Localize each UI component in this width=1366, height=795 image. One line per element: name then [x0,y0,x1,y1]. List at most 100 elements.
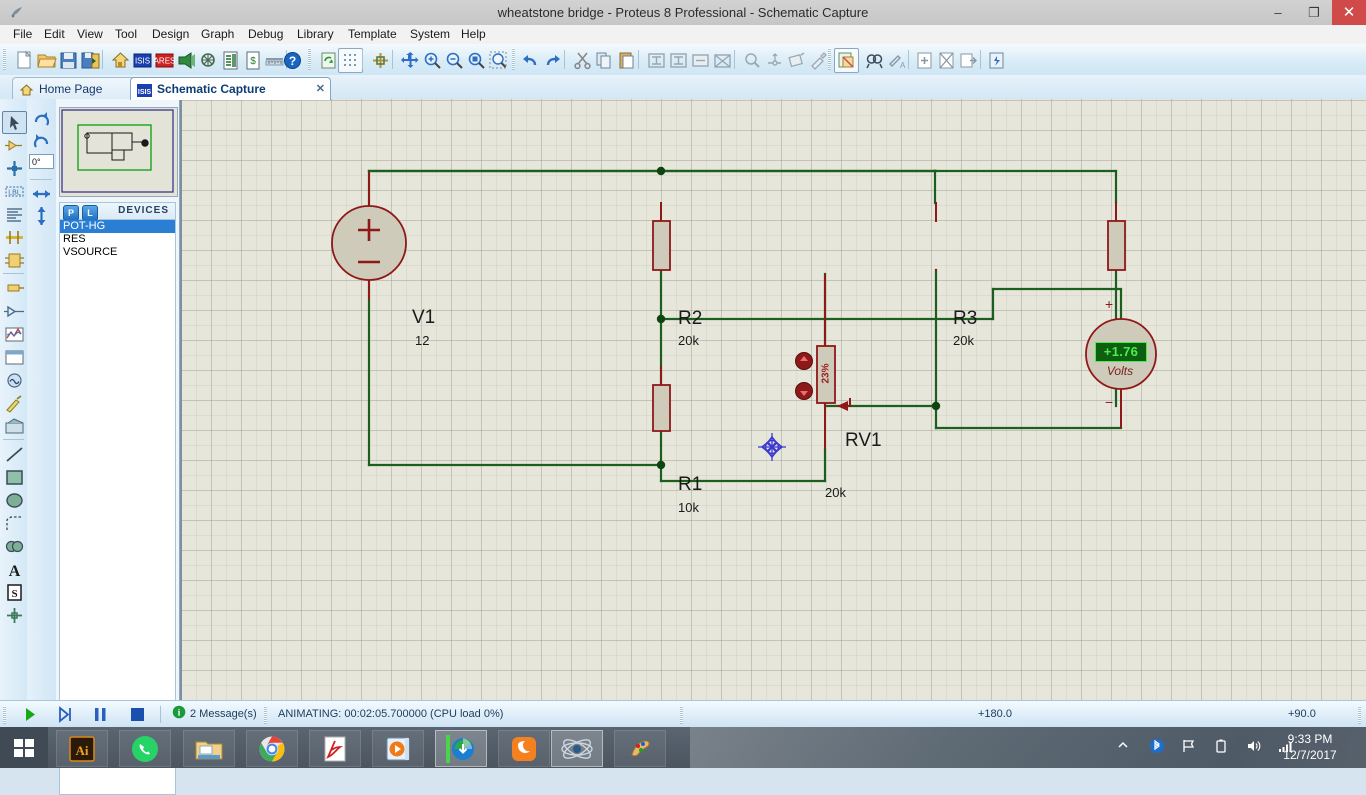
rotate-clockwise-icon[interactable] [30,109,53,131]
menu-template[interactable]: Template [341,25,404,44]
window-title: wheatstone bridge - Proteus 8 Profession… [497,5,869,20]
voltmeter-readout: +1.76 [1095,342,1147,362]
svg-text:Ai: Ai [76,743,89,758]
tape-recorder-mode-icon[interactable] [2,346,27,369]
isis-icon: ISIS [137,82,152,97]
junction-dot-mode-icon[interactable] [2,157,27,180]
text-script-mode-icon[interactable] [2,203,27,226]
component-mode-icon[interactable] [2,134,27,157]
potentiometer-wiper-percent: 23% [820,363,832,384]
bus-mode-icon[interactable] [2,226,27,249]
voltmeter-minus-terminal: − [1105,394,1114,410]
generator-mode-icon[interactable] [2,369,27,392]
svg-text:ISIS: ISIS [138,89,152,96]
battery-icon[interactable] [1212,738,1230,756]
device-pin-mode-icon[interactable] [2,300,27,323]
illustrator-icon[interactable]: Ai [56,730,108,767]
cursor-coord-y: +90.0 [1288,708,1316,720]
zoom-sheet-icon[interactable] [486,48,511,73]
label-r2-value: 20k [678,333,699,348]
pause-button-icon[interactable] [88,705,112,724]
block-delete-icon[interactable] [710,48,735,73]
taskbar-clock[interactable]: 9:33 PM 12/7/2017 [1262,731,1358,763]
save-exit-icon[interactable] [78,48,103,73]
text-tool-icon[interactable]: A [2,558,27,581]
redo-icon[interactable] [540,48,565,73]
whatsapp-icon[interactable] [119,730,171,767]
voltage-probe-mode-icon[interactable] [2,392,27,415]
chrome-icon[interactable] [246,730,298,767]
step-button-icon[interactable] [53,705,77,724]
library-button[interactable]: L [82,205,98,221]
media-player-icon[interactable] [372,730,424,767]
menu-debug[interactable]: Debug [241,25,290,44]
play-button-icon[interactable] [18,705,42,724]
path-tool-icon[interactable] [2,535,27,558]
acrobat-reader-icon[interactable] [309,730,361,767]
windows-start-icon[interactable] [0,727,48,768]
device-item-res[interactable]: RES [60,233,175,246]
proteus-icon[interactable] [551,730,603,767]
mirror-vertical-icon[interactable] [30,205,53,227]
bluetooth-icon[interactable] [1148,738,1166,756]
mirror-horizontal-icon[interactable] [30,183,53,205]
arc-tool-icon[interactable] [2,512,27,535]
minimize-button[interactable]: – [1260,0,1296,25]
clock-time: 9:33 PM [1287,732,1333,746]
line-tool-icon[interactable] [2,443,27,466]
device-item-vsource[interactable]: VSOURCE [60,246,175,259]
graph-mode-icon[interactable] [2,323,27,346]
menu-file[interactable]: File [6,25,39,44]
menu-bar: File Edit View Tool Design Graph Debug L… [0,25,1366,44]
toggle-sheet-icon[interactable] [834,48,859,73]
paint-icon[interactable] [614,730,666,767]
stop-button-icon[interactable] [125,705,149,724]
terminals-mode-icon[interactable] [2,277,27,300]
box-tool-icon[interactable] [2,466,27,489]
menu-design[interactable]: Design [145,25,196,44]
schematic-preview[interactable] [59,107,178,197]
maximize-button[interactable]: ❐ [1296,0,1332,25]
menu-graph[interactable]: Graph [194,25,241,44]
uc-browser-icon[interactable] [498,730,550,767]
selection-mode-icon[interactable] [2,111,27,134]
pick-devices-button[interactable]: P [63,205,79,221]
device-item-pot-hg[interactable]: POT-HG [60,220,175,233]
label-rv1-value: 20k [825,485,846,500]
menu-system[interactable]: System [403,25,457,44]
tab-schematic-capture[interactable]: ISIS Schematic Capture ✕ [130,77,331,100]
grid-icon[interactable] [338,48,363,73]
subcircuit-mode-icon[interactable] [2,249,27,272]
menu-help[interactable]: Help [454,25,493,44]
marker-tool-icon[interactable] [2,604,27,627]
label-r3-value: 20k [953,333,974,348]
action-center-icon[interactable] [1180,738,1198,756]
file-explorer-icon[interactable] [183,730,235,767]
menu-edit[interactable]: Edit [37,25,72,44]
volume-icon[interactable] [1244,738,1262,756]
menu-view[interactable]: View [70,25,110,44]
menu-tool[interactable]: Tool [108,25,144,44]
windows-taskbar: Ai 9:33 PM 12/7/2017 [0,727,1366,768]
message-count[interactable]: 2 Message(s) [190,708,257,720]
paste-icon[interactable] [614,48,639,73]
internet-download-manager-icon[interactable] [435,730,487,767]
rotate-counterclockwise-icon[interactable] [30,131,53,153]
show-hidden-icons-icon[interactable] [1114,738,1132,756]
property-assign-icon[interactable]: A [884,48,909,73]
bill-report-icon[interactable] [984,48,1009,73]
symbol-tool-icon[interactable]: S [2,581,27,604]
tab-home-page-label: Home Page [39,82,103,96]
svg-text:S: S [11,588,17,600]
virtual-instrument-mode-icon[interactable] [2,415,27,438]
origin-icon[interactable] [368,48,393,73]
circle-tool-icon[interactable] [2,489,27,512]
help-icon[interactable]: ? [280,48,305,73]
menu-library[interactable]: Library [290,25,341,44]
close-button[interactable]: ✕ [1332,0,1366,25]
exit-sheet-icon[interactable] [956,48,981,73]
schematic-canvas[interactable]: V1 12 R2 20k R3 20k R1 10k RV1 20k 23% +… [179,99,1366,700]
tab-schematic-capture-close[interactable]: ✕ [316,78,325,100]
rotation-angle-input[interactable] [29,154,54,169]
wire-label-mode-icon[interactable]: LBL [2,180,27,203]
